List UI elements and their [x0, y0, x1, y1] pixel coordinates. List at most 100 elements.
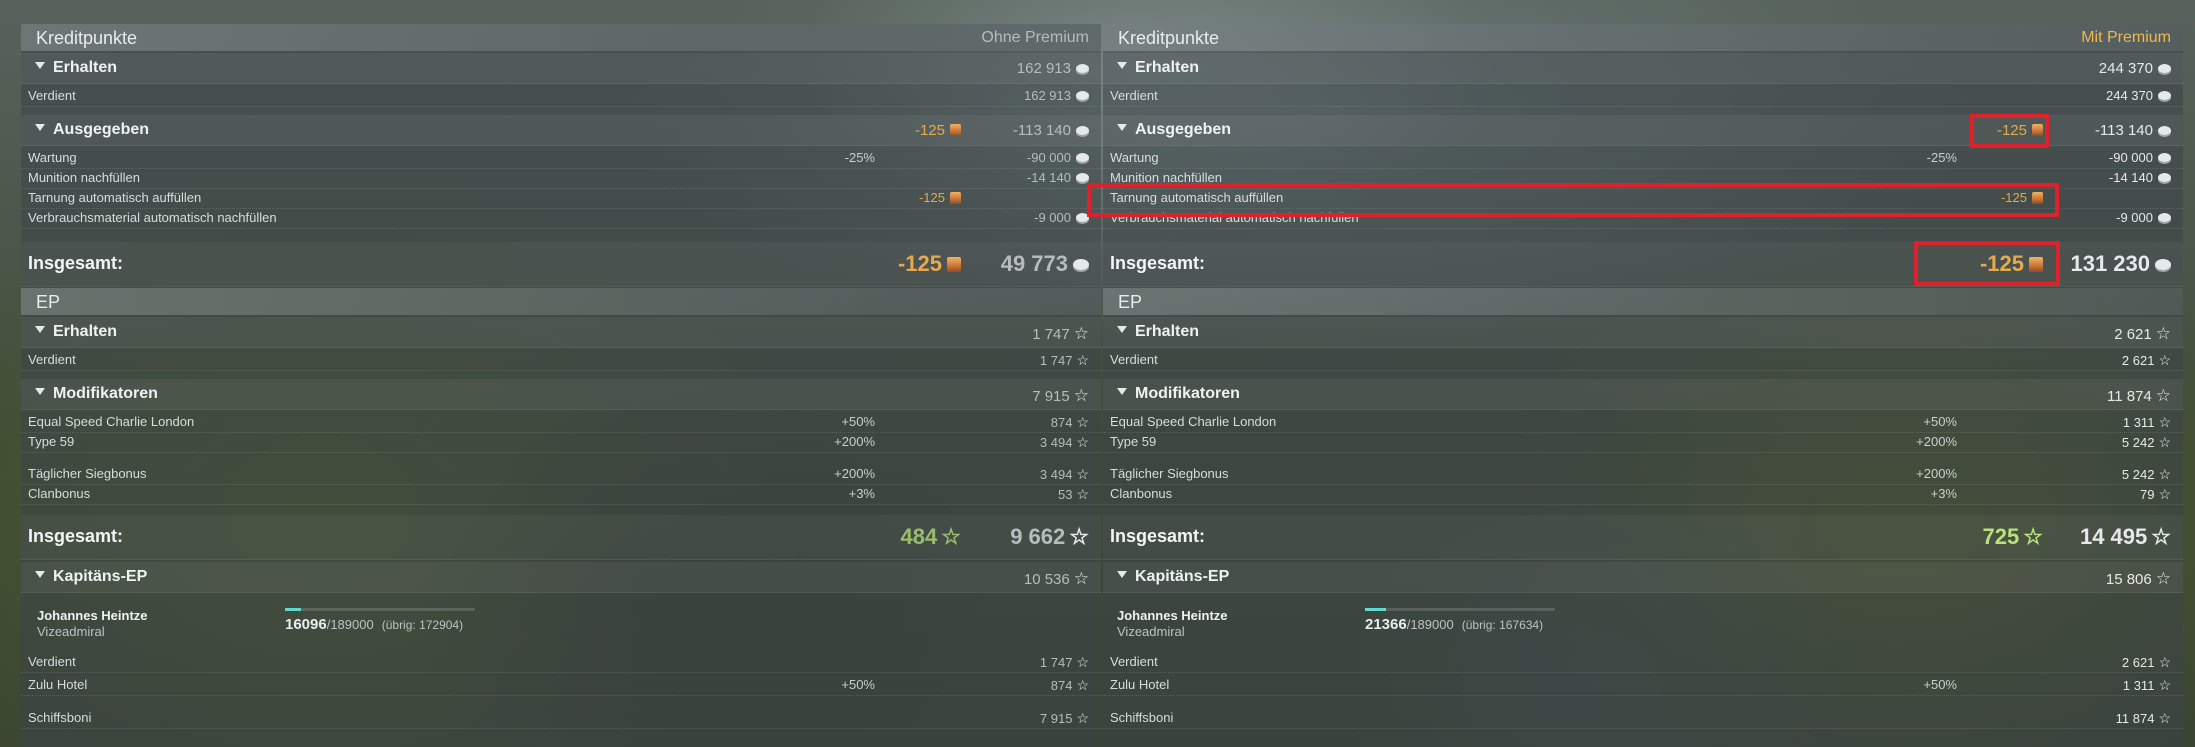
verdient-row: Verdient 244 370: [1103, 86, 2183, 107]
highlight-box-total-premium: [1914, 241, 2060, 286]
star-icon: ☆: [2155, 324, 2171, 343]
star-icon: ☆: [1073, 324, 1089, 343]
mod-item-label: Täglicher Siegbonus: [1110, 466, 1229, 481]
collapse-triangle-icon: [35, 62, 45, 70]
mod-item-row: Täglicher Siegbonus +200% 3 494 ☆: [21, 464, 1101, 485]
credits-spent-row[interactable]: Ausgegeben -125 -113 140: [21, 115, 1101, 146]
star-icon: ☆: [2158, 434, 2171, 450]
mod-item-row: Täglicher Siegbonus +200% 5 242 ☆: [1103, 464, 2183, 485]
mod-item-label: Clanbonus: [1110, 486, 1173, 501]
schiffsboni-row: Schiffsboni 7 915 ☆: [21, 708, 1101, 729]
zulu-row: Zulu Hotel +50% 874 ☆: [21, 675, 1101, 696]
mod-item-label: Clanbonus: [28, 486, 91, 501]
ep-total-value: 14 495 ☆: [2079, 524, 2171, 549]
credit-coin-icon: [1076, 173, 1089, 183]
star-icon: ☆: [941, 524, 961, 549]
mod-item-row: Equal Speed Charlie London +50% 874 ☆: [21, 412, 1101, 433]
tarnung-label: Tarnung automatisch auffüllen: [28, 190, 202, 205]
mod-item-value: 5 242 ☆: [2121, 434, 2171, 450]
credit-coin-icon: [1076, 63, 1089, 73]
mod-item-row: Type 59 +200% 3 494 ☆: [21, 432, 1101, 453]
captain-row: Johannes Heintze Vizeadmiral 21366/18900…: [1103, 608, 2183, 644]
captain-rank: Vizeadmiral: [37, 624, 105, 639]
spent-label: Ausgegeben: [35, 121, 149, 139]
credit-coin-icon: [1076, 153, 1089, 163]
earned-label: Erhalten: [35, 59, 117, 77]
cap-label: Kapitäns-EP: [1117, 568, 1229, 586]
wartung-pct: -25%: [1926, 150, 1957, 165]
modifiers-row[interactable]: Modifikatoren 11 874 ☆: [1103, 379, 2183, 410]
mod-item-label: Täglicher Siegbonus: [28, 466, 147, 481]
collapse-triangle-icon: [1117, 62, 1127, 70]
verdient-label: Verdient: [28, 88, 76, 103]
munition-value: -14 140: [1027, 170, 1089, 185]
total-premium-value: -125: [898, 251, 961, 277]
collapse-triangle-icon: [35, 388, 45, 396]
zulu-label: Zulu Hotel: [28, 677, 88, 692]
ep-total-value: 9 662 ☆: [1010, 524, 1089, 549]
wartung-value: -90 000: [2109, 150, 2171, 165]
captain-xp-row[interactable]: Kapitäns-EP 10 536 ☆: [21, 562, 1101, 593]
credits-earned-row[interactable]: Erhalten 162 913: [21, 53, 1101, 84]
ep-total-label: Insgesamt:: [28, 526, 124, 546]
star-icon: ☆: [2158, 414, 2171, 430]
captain-xp-text: 16096/189000 (übrig: 172904): [285, 616, 464, 633]
spent-value: -113 140: [1013, 122, 1089, 139]
star-icon: ☆: [2158, 486, 2171, 502]
verbrauch-row: Verbrauchsmaterial automatisch nachfülle…: [21, 208, 1101, 229]
schiffsboni-label: Schiffsboni: [28, 710, 92, 725]
star-icon: ☆: [1076, 654, 1089, 670]
verdient-label: Verdient: [1110, 88, 1158, 103]
collapse-triangle-icon: [1117, 388, 1127, 396]
zulu-pct: +50%: [1923, 677, 1957, 692]
ep-earned-row[interactable]: Erhalten 1 747 ☆: [21, 317, 1101, 348]
credit-coin-icon: [2158, 125, 2171, 135]
captain-xp-progress-fill: [1365, 608, 1387, 611]
cap-verdient-row: Verdient 1 747 ☆: [21, 652, 1101, 673]
mod-item-pct: +50%: [1923, 414, 1957, 429]
munition-value: -14 140: [2109, 170, 2171, 185]
wartung-row: Wartung -25% -90 000: [21, 148, 1101, 169]
credit-coin-icon: [1073, 258, 1089, 270]
star-icon: ☆: [2158, 466, 2171, 482]
tarnung-value: -125: [919, 190, 961, 205]
munition-label: Munition nachfüllen: [28, 170, 141, 185]
total-value: 131 230: [2070, 251, 2171, 277]
cap-verdient-value: 2 621 ☆: [2121, 654, 2171, 670]
spent-label: Ausgegeben: [1117, 121, 1231, 139]
credits-earned-row[interactable]: Erhalten 244 370: [1103, 53, 2183, 84]
ep-total-row: Insgesamt: 484 ☆ 9 662 ☆: [21, 515, 1101, 560]
ep-total-row: Insgesamt: 725 ☆ 14 495 ☆: [1103, 515, 2183, 560]
star-icon: ☆: [2023, 524, 2043, 549]
tarnung-row: Tarnung automatisch auffüllen -125: [21, 188, 1101, 209]
ep-earned-row[interactable]: Erhalten 2 621 ☆: [1103, 317, 2183, 348]
ep-verdient-value: 2 621 ☆: [2121, 352, 2171, 368]
spent-premium-value: -125: [915, 122, 961, 139]
mod-item-label: Equal Speed Charlie London: [1110, 414, 1277, 429]
collapse-triangle-icon: [35, 124, 45, 132]
verdient-value: 162 913: [1024, 88, 1089, 103]
star-icon: ☆: [1076, 710, 1089, 726]
star-icon: ☆: [2158, 677, 2171, 693]
credit-coin-icon: [2158, 173, 2171, 183]
captain-name: Johannes Heintze: [1117, 608, 1228, 623]
ep-earned-value: 1 747 ☆: [1032, 324, 1089, 343]
verbrauch-value: -9 000: [1034, 210, 1089, 225]
mod-item-value: 5 242 ☆: [2121, 466, 2171, 482]
ep-header: EP: [1103, 288, 2183, 315]
mod-item-pct: +200%: [1916, 434, 1957, 449]
wartung-label: Wartung: [1110, 150, 1159, 165]
mod-item-row: Equal Speed Charlie London +50% 1 311 ☆: [1103, 412, 2183, 433]
wartung-row: Wartung -25% -90 000: [1103, 148, 2183, 169]
captain-xp-row[interactable]: Kapitäns-EP 15 806 ☆: [1103, 562, 2183, 593]
star-icon: ☆: [1076, 414, 1089, 430]
ep-total-free: 725 ☆: [1982, 524, 2043, 549]
collapse-triangle-icon: [1117, 124, 1127, 132]
modifiers-row[interactable]: Modifikatoren 7 915 ☆: [21, 379, 1101, 410]
captain-xp-progress-bar: [1365, 608, 1555, 611]
collapse-triangle-icon: [35, 571, 45, 579]
mod-item-row: Type 59 +200% 5 242 ☆: [1103, 432, 2183, 453]
mod-item-pct: +200%: [834, 466, 875, 481]
credits-title: Kreditpunkte: [1118, 28, 1220, 48]
premium-camo-icon: [950, 124, 961, 137]
